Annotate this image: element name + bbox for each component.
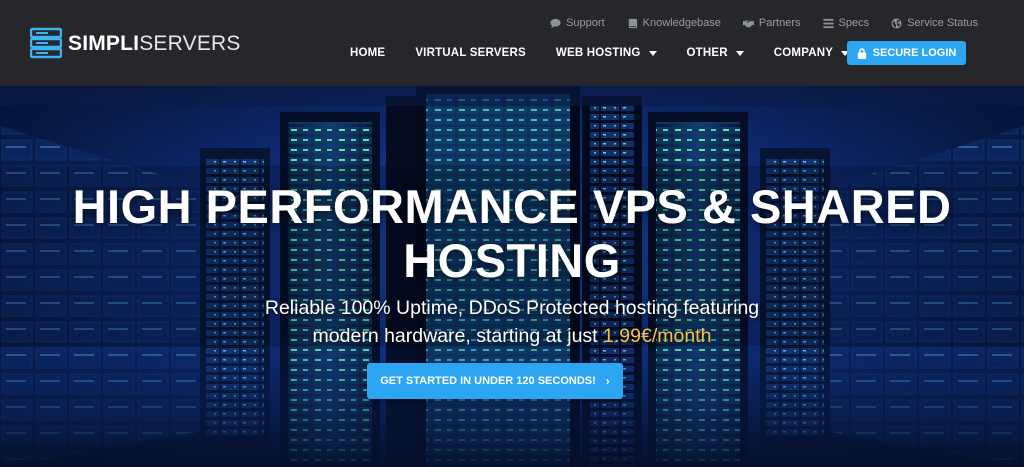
hero-title-line1: HIGH PERFORMANCE VPS & SHARED xyxy=(72,180,952,233)
chevron-right-icon: › xyxy=(605,374,610,388)
logo-text-light: SERVERS xyxy=(139,31,241,55)
nav-company[interactable]: COMPANY xyxy=(773,46,850,60)
nav-other[interactable]: OTHER xyxy=(687,46,744,60)
chevron-down-icon xyxy=(648,50,657,56)
get-started-button[interactable]: GET STARTED IN UNDER 120 SECONDS! › xyxy=(367,363,623,399)
hero-subtitle: Reliable 100% Uptime, DDoS Protected hos… xyxy=(0,294,1024,350)
chevron-down-icon xyxy=(735,50,744,56)
nav-home[interactable]: HOME xyxy=(350,46,385,60)
nav-virtual-servers[interactable]: VIRTUAL SERVERS xyxy=(415,46,526,60)
nav-label: VIRTUAL SERVERS xyxy=(415,47,526,59)
handshake-icon xyxy=(742,19,754,27)
logo-server-icon xyxy=(29,27,63,59)
get-started-label: GET STARTED IN UNDER 120 SECONDS! xyxy=(380,375,596,387)
nav-label: HOME xyxy=(350,47,386,59)
list-icon xyxy=(822,18,834,28)
hero-title-line2: HOSTING xyxy=(403,234,621,287)
toplink-label: Service Status xyxy=(907,17,978,29)
logo[interactable]: SIMPLISERVERS xyxy=(29,27,241,59)
hero-section: HIGH PERFORMANCE VPS & SHARED HOSTING Re… xyxy=(0,86,1024,467)
toplink-support[interactable]: Support xyxy=(550,17,605,29)
secure-login-label: SECURE LOGIN xyxy=(872,47,957,59)
hero-title: HIGH PERFORMANCE VPS & SHARED HOSTING xyxy=(0,180,1024,288)
top-utility-links: Support Knowledgebase Partners Specs Ser… xyxy=(550,17,978,29)
toplink-label: Partners xyxy=(758,17,801,29)
toplink-service-status[interactable]: Service Status xyxy=(891,17,978,29)
chat-bubble-icon xyxy=(550,18,561,28)
book-icon xyxy=(628,18,637,28)
nav-label: OTHER xyxy=(686,47,728,59)
toplink-label: Specs xyxy=(838,17,870,29)
hero-subtitle-line1: Reliable 100% Uptime, DDoS Protected hos… xyxy=(264,297,760,319)
nav-web-hosting[interactable]: WEB HOSTING xyxy=(556,46,657,60)
site-header: SIMPLISERVERS Support Knowledgebase Part… xyxy=(0,0,1024,86)
globe-icon xyxy=(891,17,902,29)
toplink-label: Support xyxy=(566,17,605,29)
main-nav: HOME VIRTUAL SERVERS WEB HOSTING OTHER C… xyxy=(350,46,850,60)
logo-text: SIMPLISERVERS xyxy=(68,33,241,54)
logo-text-bold: SIMPLI xyxy=(68,31,140,55)
toplink-label: Knowledgebase xyxy=(642,17,721,29)
lock-icon xyxy=(857,47,866,59)
secure-login-button[interactable]: SECURE LOGIN xyxy=(847,41,966,65)
toplink-specs[interactable]: Specs xyxy=(822,17,870,29)
hero-subtitle-line2-wrap: modern hardware, starting at just 1.99€/… xyxy=(0,322,1024,350)
toplink-partners[interactable]: Partners xyxy=(742,17,801,29)
hero-price: 1.99€/month xyxy=(603,325,712,347)
nav-label: COMPANY xyxy=(773,47,834,59)
toplink-knowledgebase[interactable]: Knowledgebase xyxy=(627,17,721,29)
hero-subtitle-line2: modern hardware, starting at just xyxy=(312,325,604,347)
nav-label: WEB HOSTING xyxy=(555,47,641,59)
